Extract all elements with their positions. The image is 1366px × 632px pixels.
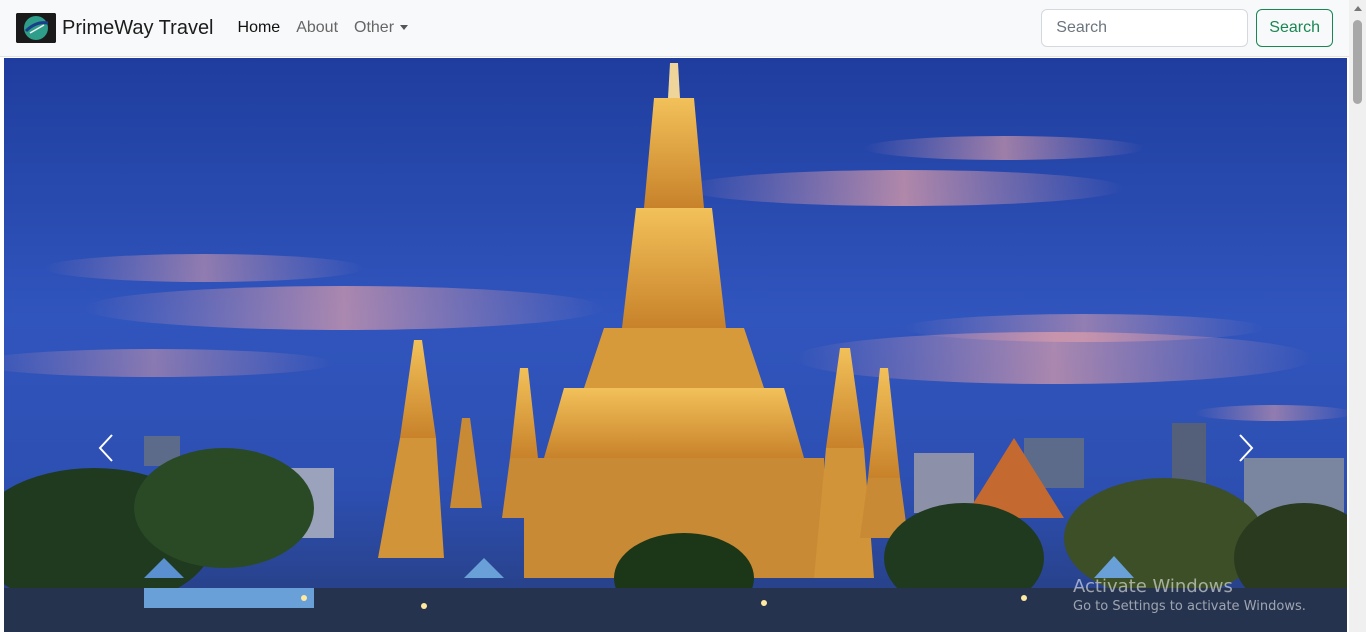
search-button[interactable]: Search [1256,9,1333,47]
carousel-next-button[interactable] [1226,428,1266,468]
main-nav: Home About Other [230,11,417,45]
brand-name: PrimeWay Travel [62,16,214,39]
nav-other-dropdown[interactable]: Other [346,11,416,45]
search-input[interactable] [1041,9,1249,47]
hero-carousel [4,58,1347,632]
watermark-subtitle: Go to Settings to activate Windows. [1073,599,1306,614]
navbar: PrimeWay Travel Home About Other Search [0,0,1349,57]
nav-other-label: Other [354,19,395,36]
chevron-right-icon [1239,434,1254,462]
brand-link[interactable]: PrimeWay Travel [16,13,214,43]
page-scrollbar[interactable] [1349,0,1366,632]
watermark-title: Activate Windows [1073,576,1233,597]
scrollbar-thumb[interactable] [1353,20,1362,104]
caret-down-icon [400,25,409,31]
brand-logo-icon [16,13,56,43]
carousel-prev-button[interactable] [86,428,126,468]
nav-about-link[interactable]: About [288,11,346,45]
carousel-slide-image [4,58,1347,632]
chevron-left-icon [98,434,113,462]
nav-home-link[interactable]: Home [230,11,289,45]
search-form: Search [1041,9,1333,47]
scroll-up-arrow-icon[interactable] [1354,6,1362,11]
windows-activation-watermark: Activate Windows Go to Settings to activ… [1073,576,1306,614]
